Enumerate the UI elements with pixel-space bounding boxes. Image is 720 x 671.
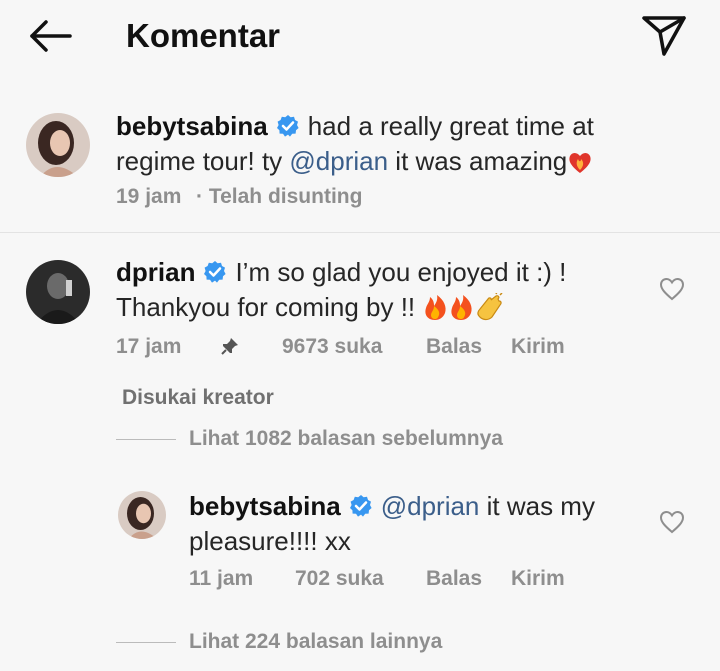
divider: [0, 232, 720, 233]
verified-badge-icon: [203, 259, 227, 291]
avatar[interactable]: [118, 491, 166, 539]
liked-by-creator-label: Disukai kreator: [122, 386, 274, 409]
caption-edited: · Telah disunting: [196, 185, 363, 208]
divider: [116, 642, 176, 643]
verified-badge-icon: [349, 493, 373, 525]
pin-icon: [220, 336, 240, 363]
caption-username[interactable]: bebytsabina: [116, 111, 268, 141]
back-button[interactable]: [24, 14, 74, 58]
avatar[interactable]: [26, 113, 90, 177]
comment-text: dprian I’m so glad you enjoyed it :) ! Th…: [116, 256, 636, 328]
view-more-replies[interactable]: Lihat 224 balasan lainnya: [189, 630, 442, 654]
reply-text: bebytsabina @dprian it was my pleasure!!!…: [189, 490, 629, 557]
paper-plane-icon: [642, 16, 686, 56]
comment-reply-button[interactable]: Balas: [426, 334, 482, 360]
comment-likes[interactable]: 9673 suka: [282, 334, 382, 360]
verified-badge-icon: [276, 113, 300, 145]
caption-mention[interactable]: @dprian: [289, 146, 388, 176]
reply-reply-button[interactable]: Balas: [426, 566, 482, 592]
clap-emoji: [474, 291, 504, 328]
reply-likes[interactable]: 702 suka: [295, 566, 384, 592]
reply-mention[interactable]: @dprian: [381, 491, 480, 521]
comment-time: 17 jam: [116, 335, 182, 358]
reply-time: 11 jam: [189, 567, 254, 590]
reply-send-button[interactable]: Kirim: [511, 566, 565, 592]
divider: [116, 439, 176, 440]
avatar[interactable]: [26, 260, 90, 324]
comment-send-button[interactable]: Kirim: [511, 334, 565, 360]
page-title: Komentar: [126, 17, 281, 54]
share-button[interactable]: [640, 12, 690, 58]
reply-username[interactable]: bebytsabina: [189, 491, 341, 521]
heart-outline-icon: [659, 510, 685, 534]
header-bar: Komentar: [0, 0, 720, 72]
fire-emoji: [422, 293, 448, 328]
like-button[interactable]: [659, 277, 685, 301]
view-previous-replies[interactable]: Lihat 1082 balasan sebelumnya: [189, 427, 503, 451]
fire-emoji: [448, 293, 474, 328]
heart-on-fire-emoji: [567, 149, 593, 182]
caption-text: bebytsabina had a really great time at re…: [116, 110, 636, 182]
arrow-left-icon: [30, 20, 72, 52]
comment-username[interactable]: dprian: [116, 257, 195, 287]
caption-time: 19 jam: [116, 185, 182, 208]
caption-body-end: it was amazing: [388, 146, 568, 176]
like-button[interactable]: [659, 510, 685, 534]
heart-outline-icon: [659, 277, 685, 301]
